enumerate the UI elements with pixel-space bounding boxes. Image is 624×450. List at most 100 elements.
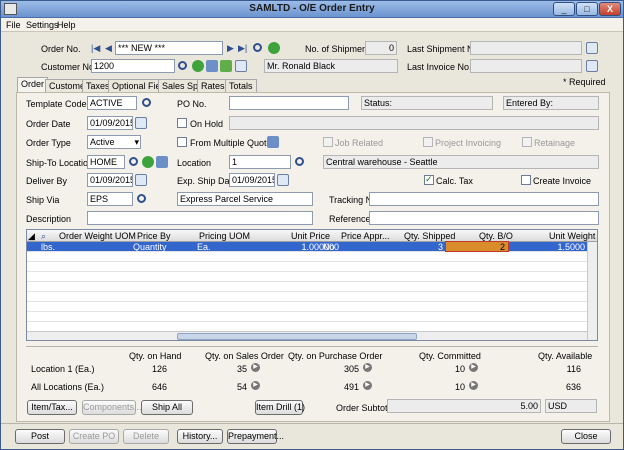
vertical-scrollbar[interactable]: [587, 242, 597, 340]
order-no-input[interactable]: *** NEW ***: [115, 41, 223, 55]
table-row[interactable]: [27, 252, 597, 262]
customer-drill-icon[interactable]: [235, 60, 247, 72]
ship-to-finder-icon[interactable]: [129, 157, 138, 166]
ship-via-description[interactable]: Express Parcel Service: [177, 192, 313, 206]
item-drill-button[interactable]: Item Drill (1): [255, 400, 305, 415]
po-no-input[interactable]: [229, 96, 349, 110]
item-tax-button[interactable]: Item/Tax...: [27, 400, 77, 415]
exp-ship-input[interactable]: 01/09/2015: [229, 173, 275, 187]
drill-all-po-icon[interactable]: ▶: [363, 381, 372, 390]
next-record-icon[interactable]: ▶: [227, 43, 234, 54]
post-button[interactable]: Post: [15, 429, 65, 444]
new-ship-to-icon[interactable]: [142, 156, 154, 168]
ship-calendar-icon[interactable]: [277, 174, 289, 186]
reference-input[interactable]: [369, 211, 599, 225]
prepayment-button[interactable]: Prepayment...: [227, 429, 284, 444]
horizontal-scroll-thumb[interactable]: [177, 333, 417, 340]
project-invoicing-checkbox[interactable]: [423, 137, 433, 147]
location-input[interactable]: 1: [229, 155, 291, 169]
tab-rates[interactable]: Rates: [197, 79, 229, 93]
col-qty-shipped[interactable]: Qty. Shipped: [404, 231, 455, 241]
customer-finder-icon[interactable]: [178, 61, 187, 70]
create-po-button[interactable]: Create PO: [69, 429, 119, 444]
detail-grid[interactable]: ◢ ⌕ Order Weight UOM Price By Pricing UO…: [26, 229, 598, 341]
cell-qty-bo[interactable]: 2: [445, 241, 509, 252]
drill-all-committed-icon[interactable]: ▶: [469, 381, 478, 390]
description-input[interactable]: [87, 211, 313, 225]
customer-zoom-icon[interactable]: [206, 60, 218, 72]
template-code-input[interactable]: ACTIVE: [87, 96, 137, 110]
minimize-button[interactable]: _: [553, 2, 575, 16]
new-customer-icon[interactable]: [192, 60, 204, 72]
horizontal-scrollbar[interactable]: [27, 331, 587, 340]
menu-file[interactable]: File: [6, 20, 21, 30]
create-invoice-label: Create Invoice: [533, 176, 592, 186]
drill-all-sales-order-icon[interactable]: ▶: [251, 381, 260, 390]
menu-settings[interactable]: Settings: [26, 20, 59, 30]
check-icon[interactable]: [220, 60, 232, 72]
close-button[interactable]: Close: [561, 429, 611, 444]
ship-via-input[interactable]: EPS: [87, 192, 133, 206]
on-hold-checkbox[interactable]: [177, 118, 187, 128]
col-price-approval[interactable]: Price Appr...: [341, 231, 390, 241]
table-row[interactable]: [27, 312, 597, 322]
drill-committed-icon[interactable]: ▶: [469, 363, 478, 372]
col-pricing-uom[interactable]: Pricing UOM: [199, 231, 250, 241]
order-date-input[interactable]: 01/09/2015: [87, 116, 133, 130]
table-row[interactable]: [27, 302, 597, 312]
retainage-checkbox[interactable]: [522, 137, 532, 147]
drill-po-icon[interactable]: ▶: [363, 363, 372, 372]
new-order-icon[interactable]: [268, 42, 280, 54]
delete-button[interactable]: Delete: [123, 429, 169, 444]
invoice-drill-icon[interactable]: [586, 60, 598, 72]
components-button[interactable]: Components...: [82, 400, 142, 415]
ship-to-zoom-icon[interactable]: [156, 156, 168, 168]
calendar-icon[interactable]: [135, 117, 147, 129]
order-type-select[interactable]: Active ▾: [87, 135, 141, 149]
deliver-by-input[interactable]: 01/09/2015: [87, 173, 133, 187]
history-button[interactable]: History...: [177, 429, 223, 444]
shipment-drill-icon[interactable]: [586, 42, 598, 54]
first-record-icon[interactable]: |◀: [91, 43, 100, 54]
from-quotes-checkbox[interactable]: [177, 137, 187, 147]
drill-sales-order-icon[interactable]: ▶: [251, 363, 260, 372]
menu-help[interactable]: Help: [57, 20, 76, 30]
template-finder-icon[interactable]: [142, 98, 151, 107]
tracking-input[interactable]: [369, 192, 599, 206]
close-window-button[interactable]: X: [599, 2, 621, 16]
grid-search-icon[interactable]: ⌕: [41, 231, 46, 242]
prev-record-icon[interactable]: ◀: [105, 43, 112, 54]
cell-price-approval[interactable]: No: [323, 242, 335, 252]
cell-weight-uom[interactable]: lbs.: [41, 242, 55, 252]
title-bar: SAMLTD - O/E Order Entry _ □ X: [1, 1, 623, 18]
cell-qty-shipped[interactable]: 3: [407, 242, 443, 252]
col-price-by[interactable]: Price By: [137, 231, 171, 241]
col-unit-weight[interactable]: Unit Weight: [549, 231, 595, 241]
ship-via-finder-icon[interactable]: [137, 194, 146, 203]
table-row[interactable]: [27, 292, 597, 302]
col-qty-bo[interactable]: Qty. B/O: [479, 231, 513, 241]
location-finder-icon[interactable]: [295, 157, 304, 166]
create-invoice-checkbox[interactable]: [521, 175, 531, 185]
order-finder-icon[interactable]: [253, 43, 262, 52]
customer-no-input[interactable]: 1200: [91, 59, 175, 73]
col-order-weight-uom[interactable]: Order Weight UOM: [59, 231, 136, 241]
deliver-calendar-icon[interactable]: [135, 174, 147, 186]
job-related-checkbox[interactable]: [323, 137, 333, 147]
ship-all-button[interactable]: Ship All: [141, 400, 193, 415]
table-row[interactable]: lbs. Quantity Ea. 1.000000 No 3 2 1.5000: [27, 241, 597, 252]
table-row[interactable]: [27, 272, 597, 282]
ship-to-input[interactable]: HOME: [87, 155, 125, 169]
quotes-icon[interactable]: [267, 136, 279, 148]
tab-totals[interactable]: Totals: [225, 79, 257, 93]
maximize-button[interactable]: □: [576, 2, 598, 16]
col-unit-price[interactable]: Unit Price: [291, 231, 330, 241]
cell-price-by[interactable]: Quantity: [133, 242, 167, 252]
calc-tax-checkbox[interactable]: ✓: [424, 174, 434, 185]
tab-order[interactable]: Order: [17, 77, 49, 93]
cell-pricing-uom[interactable]: Ea.: [197, 242, 211, 252]
cell-unit-weight[interactable]: 1.5000: [537, 242, 585, 252]
last-record-icon[interactable]: ▶|: [238, 43, 247, 54]
table-row[interactable]: [27, 262, 597, 272]
table-row[interactable]: [27, 282, 597, 292]
